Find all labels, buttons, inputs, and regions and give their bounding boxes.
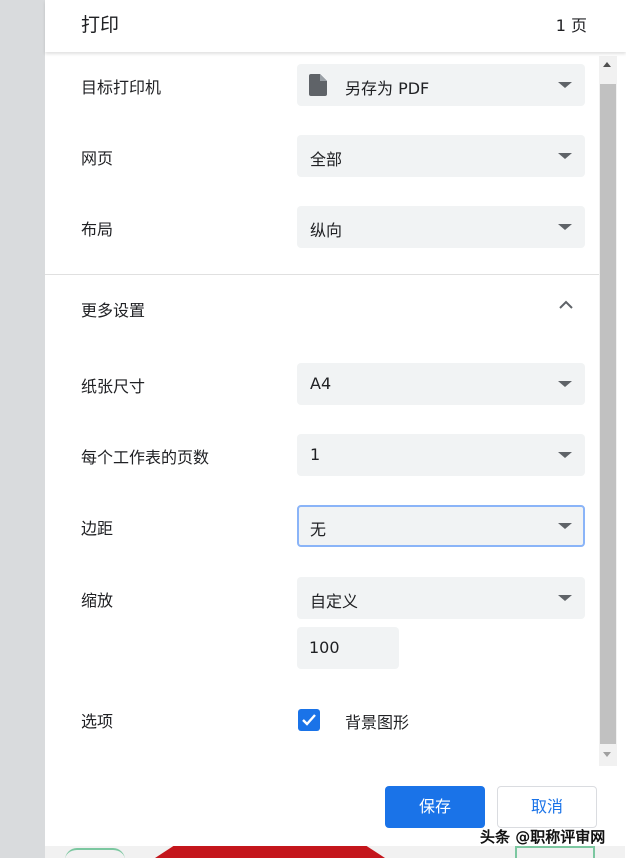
save-button[interactable]: 保存 [385,786,485,828]
section-divider [45,274,600,275]
layout-label: 布局 [81,220,114,239]
pages-per-sheet-label: 每个工作表的页数 [81,448,210,467]
layout-select[interactable]: 纵向 [297,206,585,248]
options-label: 选项 [81,712,114,731]
document-icon [309,74,327,96]
preview-graphic [515,846,595,858]
dropdown-caret-icon [558,82,572,88]
pages-select[interactable]: 全部 [297,135,585,177]
scroll-up-arrow-icon[interactable] [603,62,611,67]
print-preview-strip [45,846,625,858]
left-preview-gutter [0,0,45,858]
preview-graphic [65,848,125,858]
paper-size-label: 纸张尺寸 [81,377,146,396]
print-header: 打印 1 页 [45,0,626,52]
more-settings-toggle[interactable]: 更多设置 [81,297,145,321]
checkmark-icon [302,714,316,726]
scale-select[interactable]: 自定义 [297,577,585,619]
destination-label: 目标打印机 [81,78,162,97]
scale-custom-value: 100 [309,638,340,657]
destination-value: 另存为 PDF [345,79,430,98]
dropdown-caret-icon [558,523,572,529]
scroll-down-arrow-icon[interactable] [603,752,611,757]
scrollbar-thumb[interactable] [600,84,616,744]
margins-select[interactable]: 无 [297,505,585,547]
pages-per-sheet-select[interactable]: 1 [297,434,585,476]
margins-value: 无 [310,520,327,539]
pages-value: 全部 [310,150,343,169]
scale-custom-input[interactable]: 100 [297,627,399,669]
dropdown-caret-icon [558,381,572,387]
background-graphics-checkbox[interactable] [298,709,320,731]
cancel-button[interactable]: 取消 [497,786,597,828]
pages-label: 网页 [81,149,114,168]
margins-label: 边距 [81,519,114,538]
scale-value: 自定义 [310,592,359,611]
dropdown-caret-icon [558,595,572,601]
dropdown-caret-icon [558,452,572,458]
page-title: 打印 [81,14,120,36]
paper-size-select[interactable]: A4 [297,363,585,405]
background-graphics-label[interactable]: 背景图形 [345,709,409,733]
pages-per-sheet-value: 1 [310,445,321,464]
preview-graphic [155,846,385,858]
chevron-up-icon[interactable] [557,296,575,314]
layout-value: 纵向 [310,221,343,240]
destination-select[interactable]: 另存为 PDF [297,64,585,106]
print-settings-panel: 打印 1 页 目标打印机 另存为 PDF 网页 全部 布局 纵向 更多设置 纸张… [45,0,626,846]
paper-size-value: A4 [310,374,332,393]
scale-label: 缩放 [81,591,114,610]
dropdown-caret-icon [558,153,572,159]
dropdown-caret-icon [558,224,572,230]
page-count: 1 页 [555,16,587,35]
watermark: 头条 @职称评审网 [480,828,606,846]
